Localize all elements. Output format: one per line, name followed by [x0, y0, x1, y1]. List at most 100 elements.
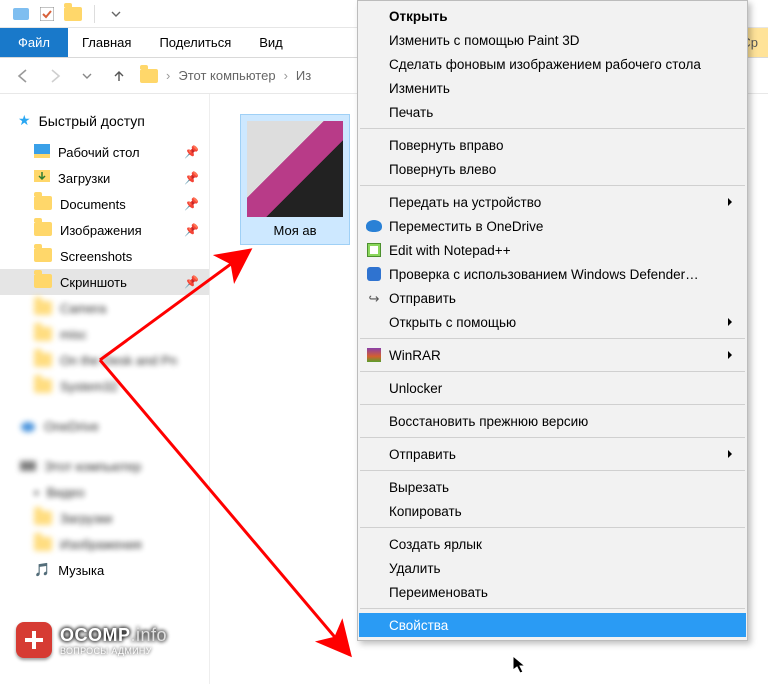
- ribbon-tab-view[interactable]: Вид: [245, 28, 297, 57]
- breadcrumb[interactable]: › Этот компьютер › Из: [140, 68, 311, 83]
- menu-item-label: Открыть: [389, 9, 448, 24]
- menu-item-label: Удалить: [389, 561, 441, 576]
- menu-item-label: Отправить: [389, 447, 456, 462]
- sidebar-item-label: Загрузки: [58, 171, 110, 186]
- menu-separator: [360, 437, 745, 438]
- sidebar-item-label: Рабочий стол: [58, 145, 140, 160]
- nav-up-button[interactable]: [108, 65, 130, 87]
- star-icon: ★: [18, 112, 31, 129]
- pin-icon: 📌: [184, 275, 199, 289]
- menu-item-label: Повернуть вправо: [389, 138, 503, 153]
- menu-item-label: Edit with Notepad++: [389, 243, 511, 258]
- sidebar-item-documents[interactable]: Documents 📌: [0, 191, 209, 217]
- menu-item[interactable]: Повернуть влево: [359, 157, 746, 181]
- menu-item-label: Восстановить прежнюю версию: [389, 414, 588, 429]
- menu-item[interactable]: Свойства: [359, 613, 746, 637]
- menu-separator: [360, 185, 745, 186]
- quick-access-header[interactable]: ★ Быстрый доступ: [0, 112, 209, 139]
- menu-item[interactable]: Открыть с помощью: [359, 310, 746, 334]
- menu-item-label: Передать на устройство: [389, 195, 541, 210]
- sidebar: ★ Быстрый доступ Рабочий стол 📌 Загрузки…: [0, 94, 210, 684]
- checkbox-icon[interactable]: [38, 5, 56, 23]
- sidebar-item-downloads[interactable]: Загрузки 📌: [0, 165, 209, 191]
- folder-icon[interactable]: [64, 5, 82, 23]
- menu-separator: [360, 404, 745, 405]
- sidebar-item-pictures[interactable]: Изображения 📌: [0, 217, 209, 243]
- pin-icon: 📌: [184, 197, 199, 211]
- menu-item[interactable]: Unlocker: [359, 376, 746, 400]
- menu-item-label: Вырезать: [389, 480, 449, 495]
- pin-icon: 📌: [184, 171, 199, 185]
- ribbon-file-tab[interactable]: Файл: [0, 28, 68, 57]
- menu-item-label: Unlocker: [389, 381, 442, 396]
- ribbon-tab-share[interactable]: Поделиться: [145, 28, 245, 57]
- share-icon: ↪: [365, 289, 383, 307]
- documents-icon: [34, 196, 52, 213]
- menu-item[interactable]: WinRAR: [359, 343, 746, 367]
- app-icon: [12, 5, 30, 23]
- menu-item-label: Повернуть влево: [389, 162, 496, 177]
- plus-icon: [16, 622, 52, 658]
- menu-item[interactable]: Открыть: [359, 4, 746, 28]
- menu-item[interactable]: Восстановить прежнюю версию: [359, 409, 746, 433]
- menu-item-label: Переместить в OneDrive: [389, 219, 543, 234]
- menu-item[interactable]: Переместить в OneDrive: [359, 214, 746, 238]
- menu-item[interactable]: Вырезать: [359, 475, 746, 499]
- notepad-icon: [365, 241, 383, 259]
- menu-item-label: WinRAR: [389, 348, 441, 363]
- menu-item[interactable]: Печать: [359, 100, 746, 124]
- menu-item-label: Отправить: [389, 291, 456, 306]
- sidebar-item-label: Screenshots: [60, 249, 132, 264]
- menu-item-label: Сделать фоновым изображением рабочего ст…: [389, 57, 701, 72]
- file-thumbnail[interactable]: Моя ав: [240, 114, 350, 245]
- pin-icon: 📌: [184, 223, 199, 237]
- menu-item-label: Печать: [389, 105, 433, 120]
- nav-forward-button[interactable]: [44, 65, 66, 87]
- crumb-this-pc[interactable]: Этот компьютер: [178, 68, 275, 83]
- sidebar-item-screenshots-ru[interactable]: Скриншоть 📌: [0, 269, 209, 295]
- menu-item[interactable]: Копировать: [359, 499, 746, 523]
- pin-icon: 📌: [184, 145, 199, 159]
- menu-separator: [360, 608, 745, 609]
- sidebar-item-screenshots[interactable]: Screenshots: [0, 243, 209, 269]
- watermark-tagline: ВОПРОСЫ АДМИНУ: [60, 646, 167, 656]
- thumbnail-image: [247, 121, 343, 217]
- menu-item[interactable]: Переименовать: [359, 580, 746, 604]
- menu-separator: [360, 338, 745, 339]
- chevron-down-icon[interactable]: [76, 65, 98, 87]
- chevron-down-icon[interactable]: [107, 5, 125, 23]
- sidebar-item-desktop[interactable]: Рабочий стол 📌: [0, 139, 209, 165]
- thumbnail-caption: Моя ав: [247, 223, 343, 238]
- desktop-icon: [34, 144, 50, 161]
- folder-icon: [34, 248, 52, 265]
- menu-item[interactable]: Отправить: [359, 442, 746, 466]
- folder-icon: [34, 274, 52, 291]
- sidebar-item-music[interactable]: 🎵 Музыка: [0, 557, 209, 583]
- folder-icon: [140, 69, 158, 83]
- menu-item[interactable]: Изменить с помощью Paint 3D: [359, 28, 746, 52]
- menu-separator: [360, 470, 745, 471]
- nav-back-button[interactable]: [12, 65, 34, 87]
- context-menu: Открыть Изменить с помощью Paint 3D Сделат…: [357, 0, 748, 641]
- menu-item[interactable]: Удалить: [359, 556, 746, 580]
- menu-item[interactable]: Изменить: [359, 76, 746, 100]
- menu-separator: [360, 128, 745, 129]
- menu-item-label: Изменить: [389, 81, 450, 96]
- menu-item[interactable]: ↪ Отправить: [359, 286, 746, 310]
- menu-item[interactable]: Передать на устройство: [359, 190, 746, 214]
- menu-item-label: Переименовать: [389, 585, 488, 600]
- menu-item[interactable]: Сделать фоновым изображением рабочего ст…: [359, 52, 746, 76]
- menu-item[interactable]: Проверка с использованием Windows Defend…: [359, 262, 746, 286]
- crumb-folder[interactable]: Из: [296, 68, 311, 83]
- chevron-right-icon: ›: [166, 68, 170, 83]
- onedrive-icon: [365, 217, 383, 235]
- sidebar-item-label: Изображения: [60, 223, 142, 238]
- downloads-icon: [34, 170, 50, 187]
- watermark: OCOMP.info ВОПРОСЫ АДМИНУ: [16, 622, 167, 658]
- menu-item[interactable]: Повернуть вправо: [359, 133, 746, 157]
- menu-separator: [360, 371, 745, 372]
- ribbon-tab-home[interactable]: Главная: [68, 28, 145, 57]
- menu-item[interactable]: Создать ярлык: [359, 532, 746, 556]
- menu-item[interactable]: Edit with Notepad++: [359, 238, 746, 262]
- sidebar-item-label: Documents: [60, 197, 126, 212]
